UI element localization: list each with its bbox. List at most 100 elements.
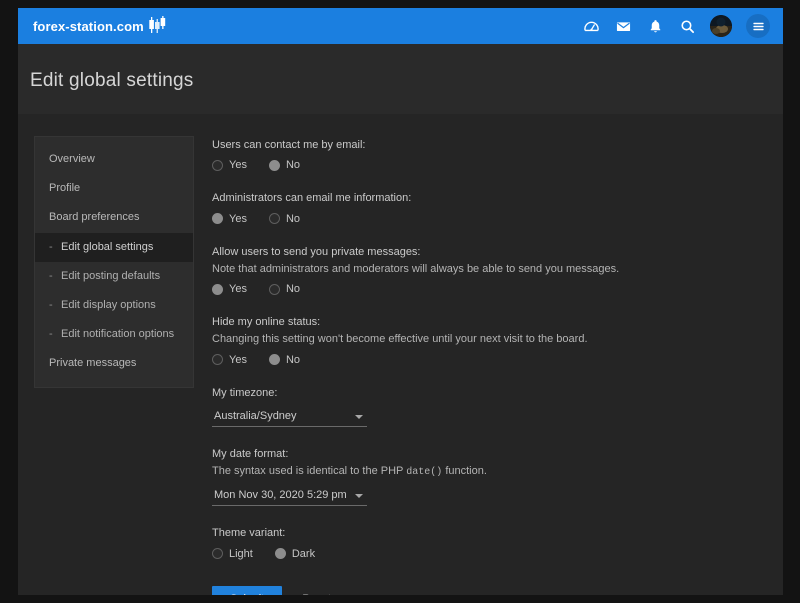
allow-private-messages-option-yes[interactable]: Yes <box>212 283 247 295</box>
reset-button[interactable]: Reset <box>300 586 333 595</box>
hide-online-status-options: Yes No <box>212 354 767 366</box>
radio-unchecked-icon[interactable] <box>269 284 280 295</box>
site-header: forex-station.com <box>18 8 783 44</box>
timezone-select[interactable]: Australia/Sydney <box>212 407 367 427</box>
hide-online-status-group: Hide my online status: Changing this sett… <box>212 315 767 366</box>
date-format-label: My date format: <box>212 447 767 461</box>
page-header: Edit global settings <box>18 44 783 114</box>
radio-unchecked-icon[interactable] <box>212 160 223 171</box>
radio-option-label: No <box>286 159 300 171</box>
admin-email-info-group: Administrators can email me information:… <box>212 191 767 224</box>
radio-unchecked-icon[interactable] <box>269 213 280 224</box>
radio-option-label: Yes <box>229 283 247 295</box>
admin-email-info-options: Yes No <box>212 213 767 225</box>
contact-by-email-options: Yes No <box>212 159 767 171</box>
theme-variant-label: Theme variant: <box>212 526 767 540</box>
sidebar-item-label: Profile <box>49 182 80 194</box>
sidebar-item-label: Edit display options <box>61 299 156 311</box>
radio-unchecked-icon[interactable] <box>212 548 223 559</box>
theme-variant-options: Light Dark <box>212 548 767 560</box>
radio-checked-icon[interactable] <box>212 213 223 224</box>
radio-option-label: Yes <box>229 354 247 366</box>
radio-checked-icon[interactable] <box>269 160 280 171</box>
radio-option-label: Light <box>229 548 253 560</box>
date-format-hint: The syntax used is identical to the PHP … <box>212 464 767 479</box>
app-window: forex-station.com <box>18 8 783 595</box>
sidebar-item-edit-global-settings[interactable]: -Edit global settings <box>35 233 193 262</box>
settings-sidebar: Overview Profile Board preferences -Edit gl… <box>34 136 194 388</box>
theme-variant-group: Theme variant: Light Dark <box>212 526 767 559</box>
sidebar-item-board-preferences[interactable]: Board preferences <box>35 203 193 232</box>
hamburger-menu-icon[interactable] <box>746 14 770 38</box>
sidebar-item-overview[interactable]: Overview <box>35 145 193 174</box>
contact-by-email-option-no[interactable]: No <box>269 159 300 171</box>
date-format-hint-before: The syntax used is identical to the PHP <box>212 465 406 477</box>
contact-by-email-group: Users can contact me by email: Yes No <box>212 138 767 171</box>
theme-variant-option-dark[interactable]: Dark <box>275 548 315 560</box>
sidebar-item-label: Board preferences <box>49 211 140 223</box>
contact-by-email-option-yes[interactable]: Yes <box>212 159 247 171</box>
sidebar-sub-marker: - <box>49 270 61 283</box>
theme-variant-option-light[interactable]: Light <box>212 548 253 560</box>
settings-form: Users can contact me by email:YesNoAdmin… <box>212 136 767 595</box>
sidebar-sub-marker: - <box>49 241 61 254</box>
date-format-group: My date format: The syntax used is ident… <box>212 447 767 506</box>
allow-private-messages-options: Yes No <box>212 283 767 295</box>
radio-unchecked-icon[interactable] <box>212 354 223 365</box>
chevron-down-icon <box>355 494 363 498</box>
candlestick-chart-icon <box>149 16 166 37</box>
admin-email-info-option-no[interactable]: No <box>269 213 300 225</box>
submit-button[interactable]: Submit <box>212 586 282 595</box>
form-actions: Submit Reset <box>212 586 767 595</box>
radio-group-list: Users can contact me by email:YesNoAdmin… <box>212 138 767 366</box>
sidebar-item-label: Edit notification options <box>61 328 174 340</box>
hide-online-status-option-yes[interactable]: Yes <box>212 354 247 366</box>
sidebar-item-edit-posting-defaults[interactable]: -Edit posting defaults <box>35 262 193 291</box>
radio-option-label: No <box>286 213 300 225</box>
timezone-group: My timezone: Australia/Sydney <box>212 386 767 427</box>
allow-private-messages-group: Allow users to send you private messages… <box>212 245 767 296</box>
page-title: Edit global settings <box>30 70 783 92</box>
sidebar-item-label: Edit posting defaults <box>61 270 160 282</box>
radio-checked-icon[interactable] <box>275 548 286 559</box>
radio-checked-icon[interactable] <box>269 354 280 365</box>
envelope-icon[interactable] <box>614 17 632 35</box>
radio-option-label: Yes <box>229 159 247 171</box>
date-format-hint-after: function. <box>442 465 487 477</box>
contact-by-email-label: Users can contact me by email: <box>212 138 767 152</box>
admin-email-info-option-yes[interactable]: Yes <box>212 213 247 225</box>
sidebar-item-edit-notification-options[interactable]: -Edit notification options <box>35 320 193 349</box>
allow-private-messages-label: Allow users to send you private messages… <box>212 245 767 259</box>
radio-option-label: No <box>286 354 300 366</box>
chevron-down-icon <box>355 415 363 419</box>
hide-online-status-hint: Changing this setting won't become effec… <box>212 332 767 346</box>
radio-option-label: No <box>286 283 300 295</box>
page-body: Overview Profile Board preferences -Edit gl… <box>18 114 783 595</box>
sidebar-item-label: Private messages <box>49 357 136 369</box>
date-format-select-value: Mon Nov 30, 2020 5:29 pm <box>214 489 349 501</box>
sidebar-item-edit-display-options[interactable]: -Edit display options <box>35 291 193 320</box>
dashboard-icon[interactable] <box>582 17 600 35</box>
header-icon-group <box>582 14 770 38</box>
site-brand[interactable]: forex-station.com <box>33 16 166 37</box>
hide-online-status-option-no[interactable]: No <box>269 354 300 366</box>
admin-email-info-label: Administrators can email me information: <box>212 191 767 205</box>
search-icon[interactable] <box>678 17 696 35</box>
bell-icon[interactable] <box>646 17 664 35</box>
timezone-label: My timezone: <box>212 386 767 400</box>
radio-checked-icon[interactable] <box>212 284 223 295</box>
sidebar-sub-marker: - <box>49 299 61 312</box>
sidebar-item-label: Overview <box>49 153 95 165</box>
user-avatar[interactable] <box>710 15 732 37</box>
timezone-select-value: Australia/Sydney <box>214 410 349 422</box>
date-format-hint-code: date() <box>406 467 442 478</box>
sidebar-item-profile[interactable]: Profile <box>35 174 193 203</box>
sidebar-item-private-messages[interactable]: Private messages <box>35 349 193 378</box>
hide-online-status-label: Hide my online status: <box>212 315 767 329</box>
sidebar-sub-marker: - <box>49 328 61 341</box>
site-brand-label: forex-station.com <box>33 19 144 34</box>
allow-private-messages-option-no[interactable]: No <box>269 283 300 295</box>
radio-option-label: Yes <box>229 213 247 225</box>
date-format-select[interactable]: Mon Nov 30, 2020 5:29 pm <box>212 486 367 506</box>
radio-option-label: Dark <box>292 548 315 560</box>
